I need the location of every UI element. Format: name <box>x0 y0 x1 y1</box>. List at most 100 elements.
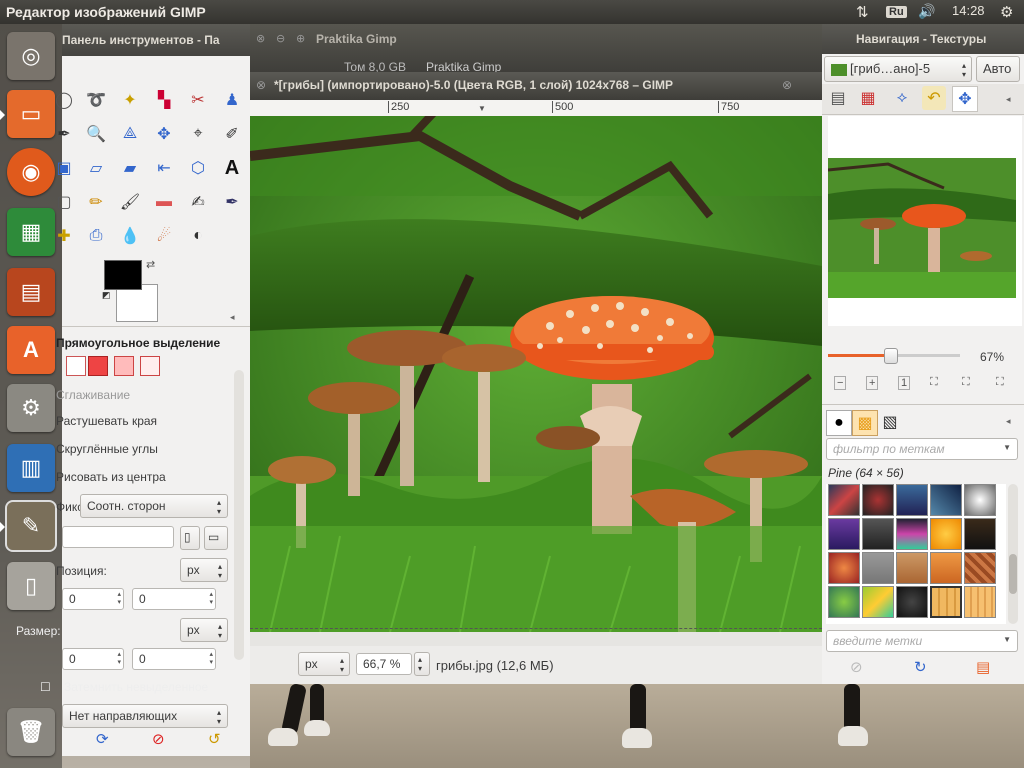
undo-history-tab-icon[interactable]: ↶ <box>922 86 946 110</box>
firefox-icon[interactable]: ◉ <box>7 148 55 196</box>
pattern-item[interactable] <box>862 484 894 516</box>
delete-options-icon[interactable]: ⊘ <box>152 730 165 748</box>
gradients-tab-icon[interactable]: ▧ <box>878 410 902 434</box>
save-options-icon[interactable]: ⟳ <box>96 730 109 748</box>
shrink-wrap-icon[interactable]: ⛶ <box>996 376 1004 389</box>
airbrush-icon[interactable]: ✍ <box>186 190 210 214</box>
ink-icon[interactable]: ✒ <box>220 190 244 214</box>
pattern-item-pine-selected[interactable] <box>930 586 962 618</box>
pattern-item[interactable] <box>862 518 894 550</box>
ratio-input[interactable] <box>62 526 174 548</box>
backwin-close-icon[interactable]: ⊗ <box>256 32 265 45</box>
flip-icon[interactable]: ⬡ <box>186 156 210 180</box>
zoom-dropdown-arrow[interactable]: ▴ ▾ <box>414 652 430 676</box>
scissors-icon[interactable]: ✂ <box>186 88 210 112</box>
pattern-item[interactable] <box>828 552 860 584</box>
software-center-icon[interactable]: A <box>7 326 55 374</box>
patterns-tab-icon[interactable]: ▩ <box>852 410 878 436</box>
usb-drive-icon[interactable]: ▯ <box>7 562 55 610</box>
pattern-item[interactable] <box>896 586 928 618</box>
keyboard-layout-indicator[interactable]: Ru <box>886 6 907 18</box>
layers-tab-icon[interactable]: ▤ <box>826 86 850 110</box>
zoom-fill-window-icon[interactable]: ⛶ <box>962 376 970 389</box>
eraser-icon[interactable]: ▬ <box>152 190 176 214</box>
blur-icon[interactable]: 💧 <box>118 224 142 248</box>
heal-icon[interactable]: ✚ <box>52 224 76 248</box>
zoom-slider-handle[interactable] <box>884 348 898 364</box>
dodge-burn-icon[interactable]: ◐ <box>186 224 210 248</box>
pattern-item[interactable] <box>896 518 928 550</box>
horizontal-ruler[interactable]: 250 500 750 ▼ <box>250 100 822 117</box>
dock-menu-icon[interactable]: ◂ <box>1006 94 1011 105</box>
mode-replace-icon[interactable] <box>66 356 86 376</box>
expand-from-center-checkbox[interactable]: Рисовать из центра <box>56 470 166 484</box>
image-close-right-icon[interactable]: ⊗ <box>782 78 792 92</box>
patterns-menu-icon[interactable]: ◂ <box>1006 416 1011 427</box>
pattern-item[interactable] <box>964 586 996 618</box>
zoom-in-icon[interactable]: + <box>866 376 879 390</box>
toolbox-collapse-icon[interactable]: ◂ <box>230 312 235 323</box>
pattern-item[interactable] <box>964 552 996 584</box>
position-y-input[interactable]: 0 ▴ ▾ <box>132 588 216 610</box>
trash-icon[interactable]: 🗑 <box>7 708 55 756</box>
ellipse-select-icon[interactable]: ◯ <box>52 88 76 112</box>
position-unit-select[interactable]: px ▴ ▾ <box>180 558 228 582</box>
position-x-input[interactable]: 0 ▴ ▾ <box>62 588 124 610</box>
rotate-icon[interactable]: ▣ <box>52 156 76 180</box>
shear-icon[interactable]: ▰ <box>118 156 142 180</box>
paintbrush-icon[interactable]: 🖌 <box>118 190 142 214</box>
background-window[interactable]: ⊗ ⊖ ⊕ Praktika Gimp Том 8,0 GB Praktika … <box>250 24 822 74</box>
filter-by-tags-input[interactable]: фильтр по меткам ▼ <box>826 438 1018 460</box>
clock[interactable]: 14:28 <box>952 3 985 18</box>
pattern-item[interactable] <box>862 552 894 584</box>
pattern-item[interactable] <box>896 484 928 516</box>
size-h-input[interactable]: 0 ▴ ▾ <box>132 648 216 670</box>
system-menu-icon[interactable]: ⚙ <box>1000 3 1013 21</box>
toolbox-titlebar[interactable]: Панель инструментов - Па <box>62 24 250 56</box>
backwin-minimize-icon[interactable]: ⊖ <box>276 32 285 45</box>
auto-button[interactable]: Авто <box>976 56 1020 82</box>
antialias-checkbox[interactable]: Сглаживание <box>56 388 130 402</box>
files-icon[interactable]: ▭ <box>7 90 55 138</box>
zoom-out-icon[interactable]: − <box>834 376 847 390</box>
volume-icon[interactable]: 🔊 <box>918 3 935 20</box>
text-tool-icon[interactable]: A <box>220 156 244 180</box>
brushes-tab-icon[interactable]: ● <box>826 410 852 436</box>
paths-icon[interactable]: ✒ <box>52 122 76 146</box>
crop-icon[interactable]: ✐ <box>220 122 244 146</box>
spreadsheet-icon[interactable]: ▦ <box>7 208 55 256</box>
gimp-icon[interactable]: ✎ <box>5 500 57 552</box>
clone-icon[interactable]: ⎙ <box>84 224 108 248</box>
ubuntu-dash-icon[interactable]: ◎ <box>7 32 55 80</box>
options-scrollbar[interactable] <box>234 370 244 660</box>
ratio-landscape-icon[interactable]: ▭ <box>204 526 228 550</box>
image-canvas[interactable] <box>250 116 822 632</box>
refresh-patterns-icon[interactable]: ↻ <box>914 658 927 676</box>
image-select-dropdown[interactable]: [гриб…ано]-5 ▴ ▾ <box>824 56 972 82</box>
pattern-item[interactable] <box>964 484 996 516</box>
pattern-item[interactable] <box>828 586 860 618</box>
pattern-item[interactable] <box>930 518 962 550</box>
scale-icon[interactable]: ▱ <box>84 156 108 180</box>
mode-intersect-icon[interactable] <box>140 356 160 376</box>
image-titlebar[interactable]: ⊗ *[грибы] (импортировано)-5.0 (Цвета RG… <box>250 72 822 100</box>
pattern-item[interactable] <box>862 586 894 618</box>
zoom-1to1-icon[interactable]: 1 <box>898 376 911 390</box>
pattern-item[interactable] <box>964 518 996 550</box>
navigation-preview-area[interactable] <box>828 116 1022 326</box>
presentation-icon[interactable]: ▤ <box>7 268 55 316</box>
align-icon[interactable]: ⌖ <box>186 122 210 146</box>
document-icon[interactable]: ▥ <box>7 444 55 492</box>
zoom-fit-image-icon[interactable]: ⛶ <box>930 376 938 389</box>
ratio-portrait-icon[interactable]: ▯ <box>180 526 200 550</box>
pattern-item[interactable] <box>930 552 962 584</box>
navigation-titlebar[interactable]: Навигация - Текстуры <box>822 24 1024 54</box>
free-select-icon[interactable]: ➰ <box>84 88 108 112</box>
feather-checkbox[interactable]: Растушевать края <box>56 414 157 428</box>
pencil-icon[interactable]: ✏ <box>84 190 108 214</box>
bucket-fill-icon[interactable]: ▢ <box>52 190 76 214</box>
pattern-grid[interactable] <box>826 484 1006 624</box>
system-settings-icon[interactable]: ⚙ <box>7 384 55 432</box>
pattern-scrollbar[interactable] <box>1008 484 1018 624</box>
move-icon[interactable]: ✥ <box>152 122 176 146</box>
